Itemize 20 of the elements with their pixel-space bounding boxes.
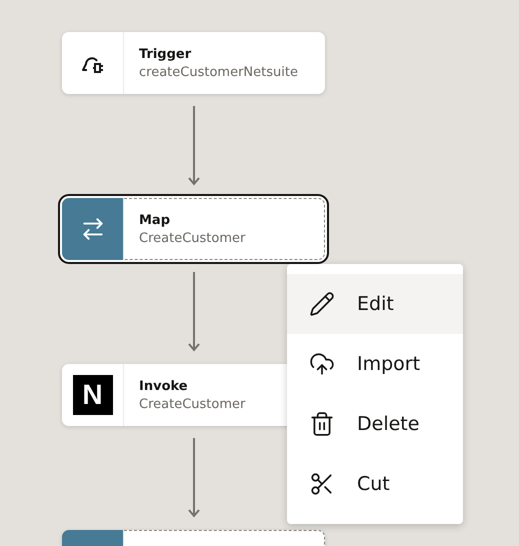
cloud-upload-icon (309, 351, 335, 377)
menu-item[interactable]: Import (287, 334, 463, 394)
menu-item-label: Edit (357, 293, 394, 315)
trash-icon (309, 411, 335, 437)
node-title: Invoke (139, 378, 189, 394)
node-title: Trigger (139, 46, 192, 62)
menu-item[interactable]: Delete (287, 394, 463, 454)
menu-item[interactable]: Cut (287, 454, 463, 514)
node-title: Map (139, 212, 172, 228)
menu-item-label: Import (357, 353, 420, 375)
flow-node[interactable]: Map CreateCustomer (62, 198, 325, 260)
menu-item[interactable]: Edit (287, 274, 463, 334)
menu-item-label: Delete (357, 413, 420, 435)
netsuite-logo: N (72, 375, 112, 415)
node-subtitle: CreateCustomer (139, 396, 246, 412)
flow-node[interactable]: Trigger createCustomerNetsuite (62, 32, 325, 94)
node-subtitle: createCustomerNetsuite (139, 64, 299, 80)
menu-item-label: Cut (357, 473, 390, 495)
node-subtitle: CreateCustomer (139, 230, 246, 246)
pencil-icon (309, 291, 335, 317)
